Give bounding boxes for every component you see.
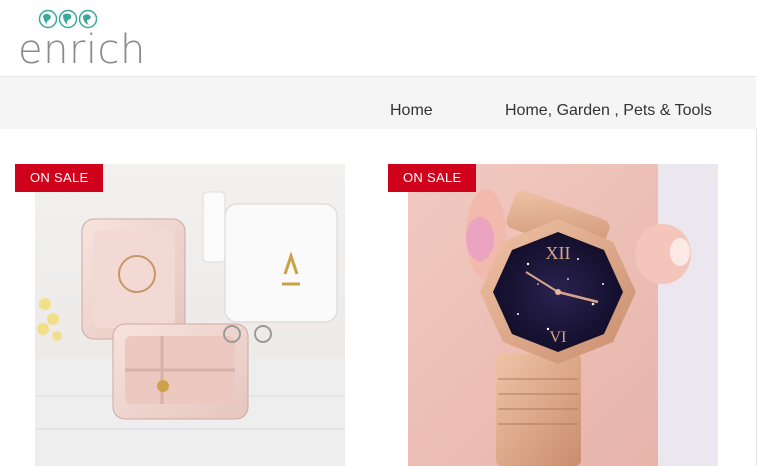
site-header: enrich xyxy=(0,0,759,76)
logo-link[interactable]: enrich xyxy=(18,6,145,72)
jewelry-box-image xyxy=(35,164,345,466)
sale-badge: ON SALE xyxy=(15,164,104,192)
sale-badge: ON SALE xyxy=(388,164,477,192)
logo-wordmark: enrich xyxy=(18,27,146,73)
product-card-starry-watch[interactable]: XII VI xyxy=(408,164,718,466)
svg-text:XII: XII xyxy=(546,243,571,263)
divider xyxy=(756,128,757,466)
svg-text:VI: VI xyxy=(550,329,567,346)
nav-item-home-garden-pets-tools[interactable]: Home, Garden , Pets & Tools xyxy=(505,102,712,120)
nav-item-home[interactable]: Home xyxy=(390,102,433,120)
product-card-jewelry-box[interactable] xyxy=(35,164,345,466)
starry-watch-image: XII VI xyxy=(408,164,718,466)
main-nav: Home Home, Garden , Pets & Tools xyxy=(0,76,756,129)
